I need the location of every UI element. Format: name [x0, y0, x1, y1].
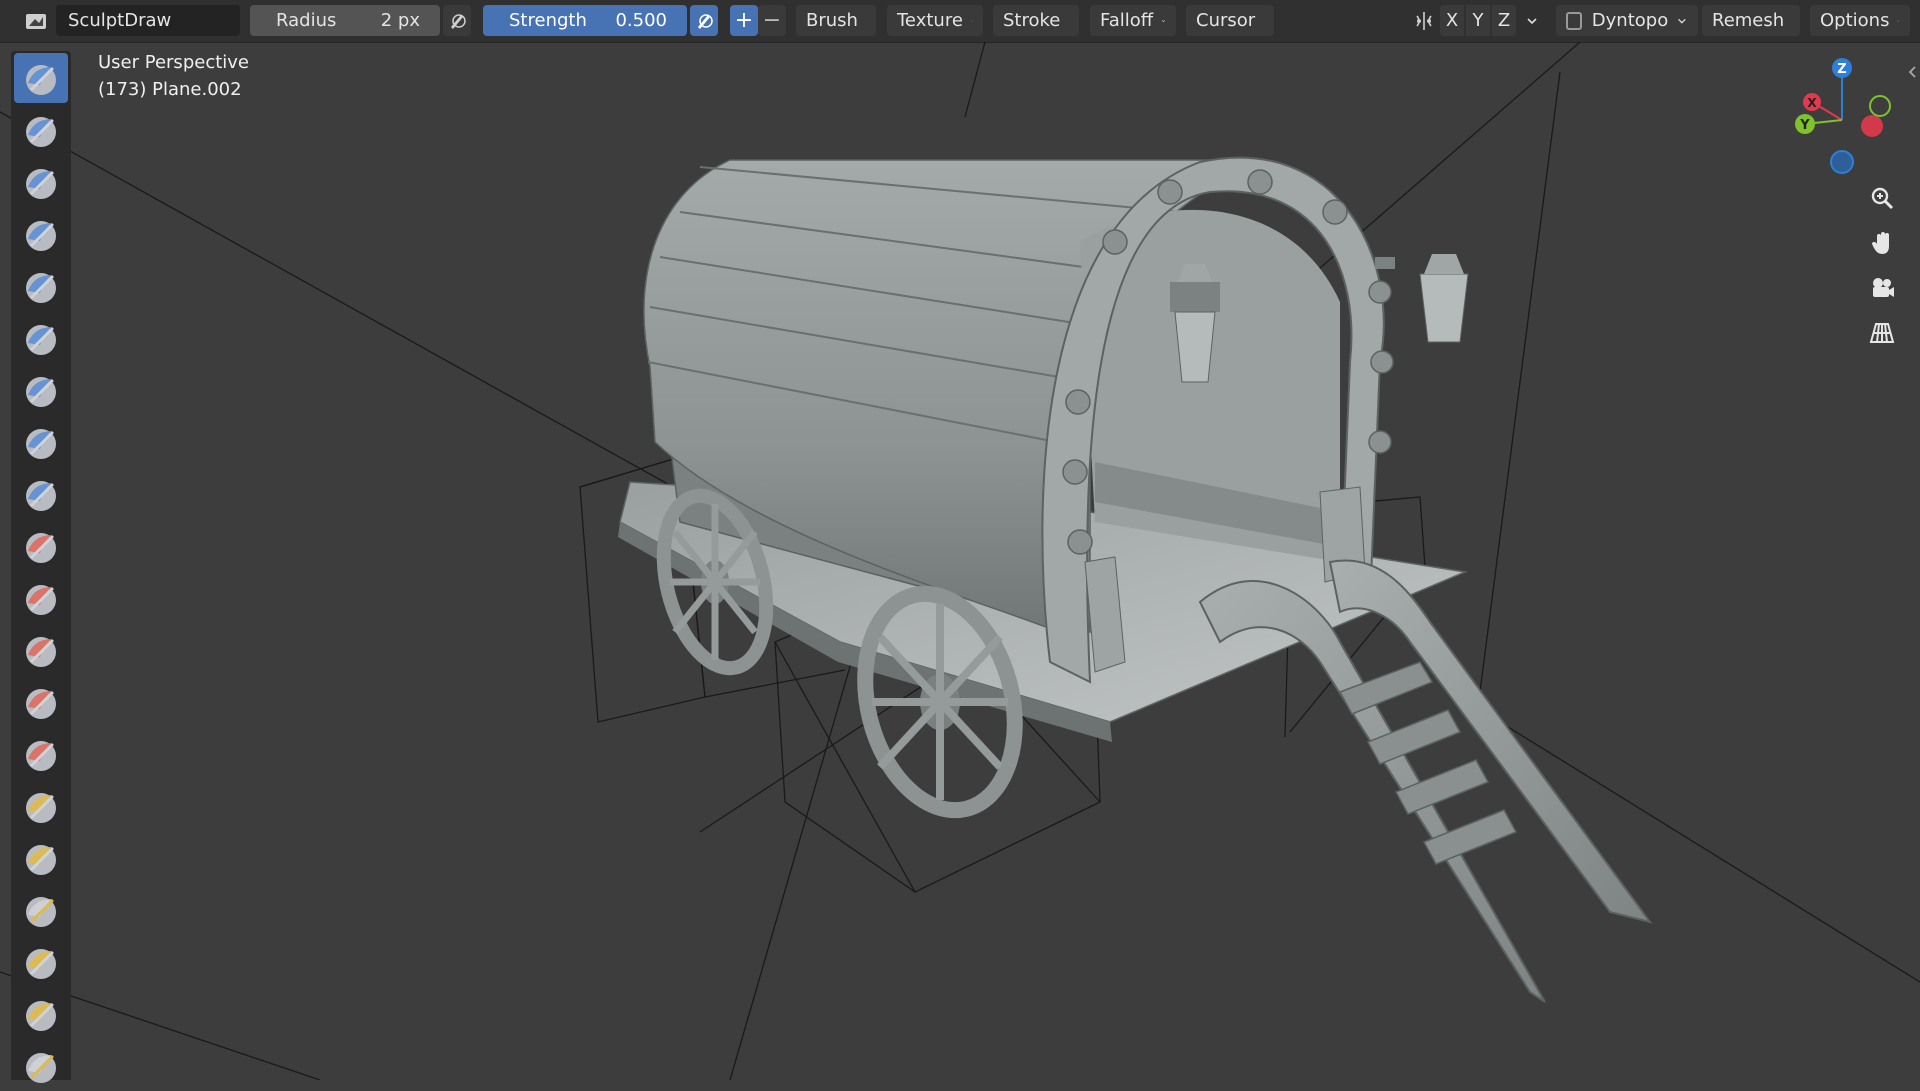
remesh-label: Remesh — [1712, 10, 1784, 31]
clay-thumb-tool[interactable] — [14, 261, 68, 311]
options-label: Options — [1820, 10, 1889, 31]
dyntopo-checkbox[interactable] — [1566, 12, 1582, 30]
mirror-x-label: X — [1446, 10, 1458, 31]
3d-viewport[interactable]: Z X Y — [0, 42, 1920, 1080]
stroke-menu[interactable]: Stroke — [993, 5, 1079, 36]
brush-thumbnail-icon[interactable] — [18, 5, 54, 36]
symmetry-dropdown[interactable] — [1520, 5, 1544, 36]
cursor-menu-label: Cursor — [1196, 10, 1255, 31]
fill-tool[interactable] — [14, 625, 68, 675]
inflate-tool[interactable] — [14, 365, 68, 415]
symmetry-icon[interactable] — [1410, 5, 1438, 36]
tool-header: SculptDraw Radius 2 px Strength 0.500 + … — [0, 0, 1920, 43]
add-direction-button[interactable]: + — [730, 5, 758, 36]
crease-tool[interactable] — [14, 469, 68, 519]
mirror-y-label: Y — [1473, 10, 1484, 31]
sculpt-toolbar — [11, 51, 71, 1080]
clay-strips-tool[interactable] — [14, 209, 68, 259]
mirror-y-toggle[interactable]: Y — [1466, 5, 1490, 36]
radius-label: Radius — [276, 10, 336, 31]
brush-name: SculptDraw — [68, 10, 171, 31]
mirror-x-toggle[interactable]: X — [1440, 5, 1464, 36]
radius-value: 2 px — [381, 10, 420, 31]
chevron-down-icon — [1525, 14, 1539, 28]
brush-menu[interactable]: Brush — [796, 5, 876, 36]
smooth-tool[interactable] — [14, 521, 68, 571]
layer-tool[interactable] — [14, 313, 68, 363]
minus-icon: − — [763, 8, 781, 33]
chevron-down-icon — [1263, 14, 1264, 28]
plus-icon: + — [735, 8, 753, 33]
texture-menu[interactable]: Texture — [887, 5, 983, 36]
zoom-icon[interactable] — [1862, 178, 1902, 218]
chevron-down-icon — [1161, 14, 1166, 28]
scrape-tool[interactable] — [14, 677, 68, 727]
camera-icon[interactable] — [1862, 268, 1902, 308]
blob-tool[interactable] — [14, 417, 68, 467]
brush-menu-label: Brush — [806, 10, 858, 31]
options-menu[interactable]: Options — [1810, 5, 1910, 36]
dyntopo-label: Dyntopo — [1592, 10, 1668, 31]
radius-pressure-icon[interactable] — [443, 5, 471, 36]
pose-tool[interactable] — [14, 1041, 68, 1091]
flatten-tool[interactable] — [14, 573, 68, 623]
wagon-stairs[interactable] — [1200, 560, 1650, 1002]
chevron-down-icon — [1068, 14, 1069, 28]
wagon-model[interactable] — [618, 158, 1650, 1002]
stroke-menu-label: Stroke — [1003, 10, 1060, 31]
chevron-down-icon — [1897, 14, 1900, 28]
strength-pressure-icon[interactable] — [690, 5, 718, 36]
mirror-z-label: Z — [1498, 10, 1510, 31]
gizmo-z-label: Z — [1837, 62, 1846, 77]
subtract-direction-button[interactable]: − — [758, 5, 786, 36]
chevron-down-icon — [971, 14, 973, 28]
view-perspective-label: User Perspective — [98, 52, 249, 73]
active-object-label: (173) Plane.002 — [98, 79, 242, 100]
sidebar-toggle-icon[interactable] — [1906, 64, 1918, 80]
brush-name-field[interactable]: SculptDraw — [56, 5, 240, 36]
snake-hook-tool[interactable] — [14, 937, 68, 987]
gizmo-y-label: Y — [1799, 118, 1810, 133]
pan-hand-icon[interactable] — [1862, 223, 1902, 263]
remesh-menu[interactable]: Remesh — [1702, 5, 1800, 36]
strength-label: Strength — [509, 10, 587, 31]
strength-value: 0.500 — [615, 10, 667, 31]
draw-tool[interactable] — [14, 53, 68, 103]
grid-perspective-icon[interactable] — [1862, 313, 1902, 353]
cursor-menu[interactable]: Cursor — [1186, 5, 1274, 36]
strength-field[interactable]: Strength 0.500 — [483, 5, 687, 36]
thumb-tool[interactable] — [14, 989, 68, 1039]
texture-menu-label: Texture — [897, 10, 963, 31]
mirror-z-toggle[interactable]: Z — [1492, 5, 1516, 36]
elastic-deform-tool[interactable] — [14, 885, 68, 935]
grab-tool[interactable] — [14, 833, 68, 883]
chevron-down-icon — [1676, 14, 1688, 28]
clay-tool[interactable] — [14, 157, 68, 207]
falloff-menu[interactable]: Falloff — [1090, 5, 1176, 36]
draw-sharp-tool[interactable] — [14, 105, 68, 155]
navigation-gizmo[interactable]: Z X Y — [1795, 58, 1890, 173]
falloff-menu-label: Falloff — [1100, 10, 1153, 31]
radius-field[interactable]: Radius 2 px — [250, 5, 440, 36]
gizmo-x-label: X — [1807, 96, 1817, 110]
pinch-tool[interactable] — [14, 781, 68, 831]
dyntopo-menu[interactable]: Dyntopo — [1556, 5, 1698, 36]
multiplane-scrape-tool[interactable] — [14, 729, 68, 779]
